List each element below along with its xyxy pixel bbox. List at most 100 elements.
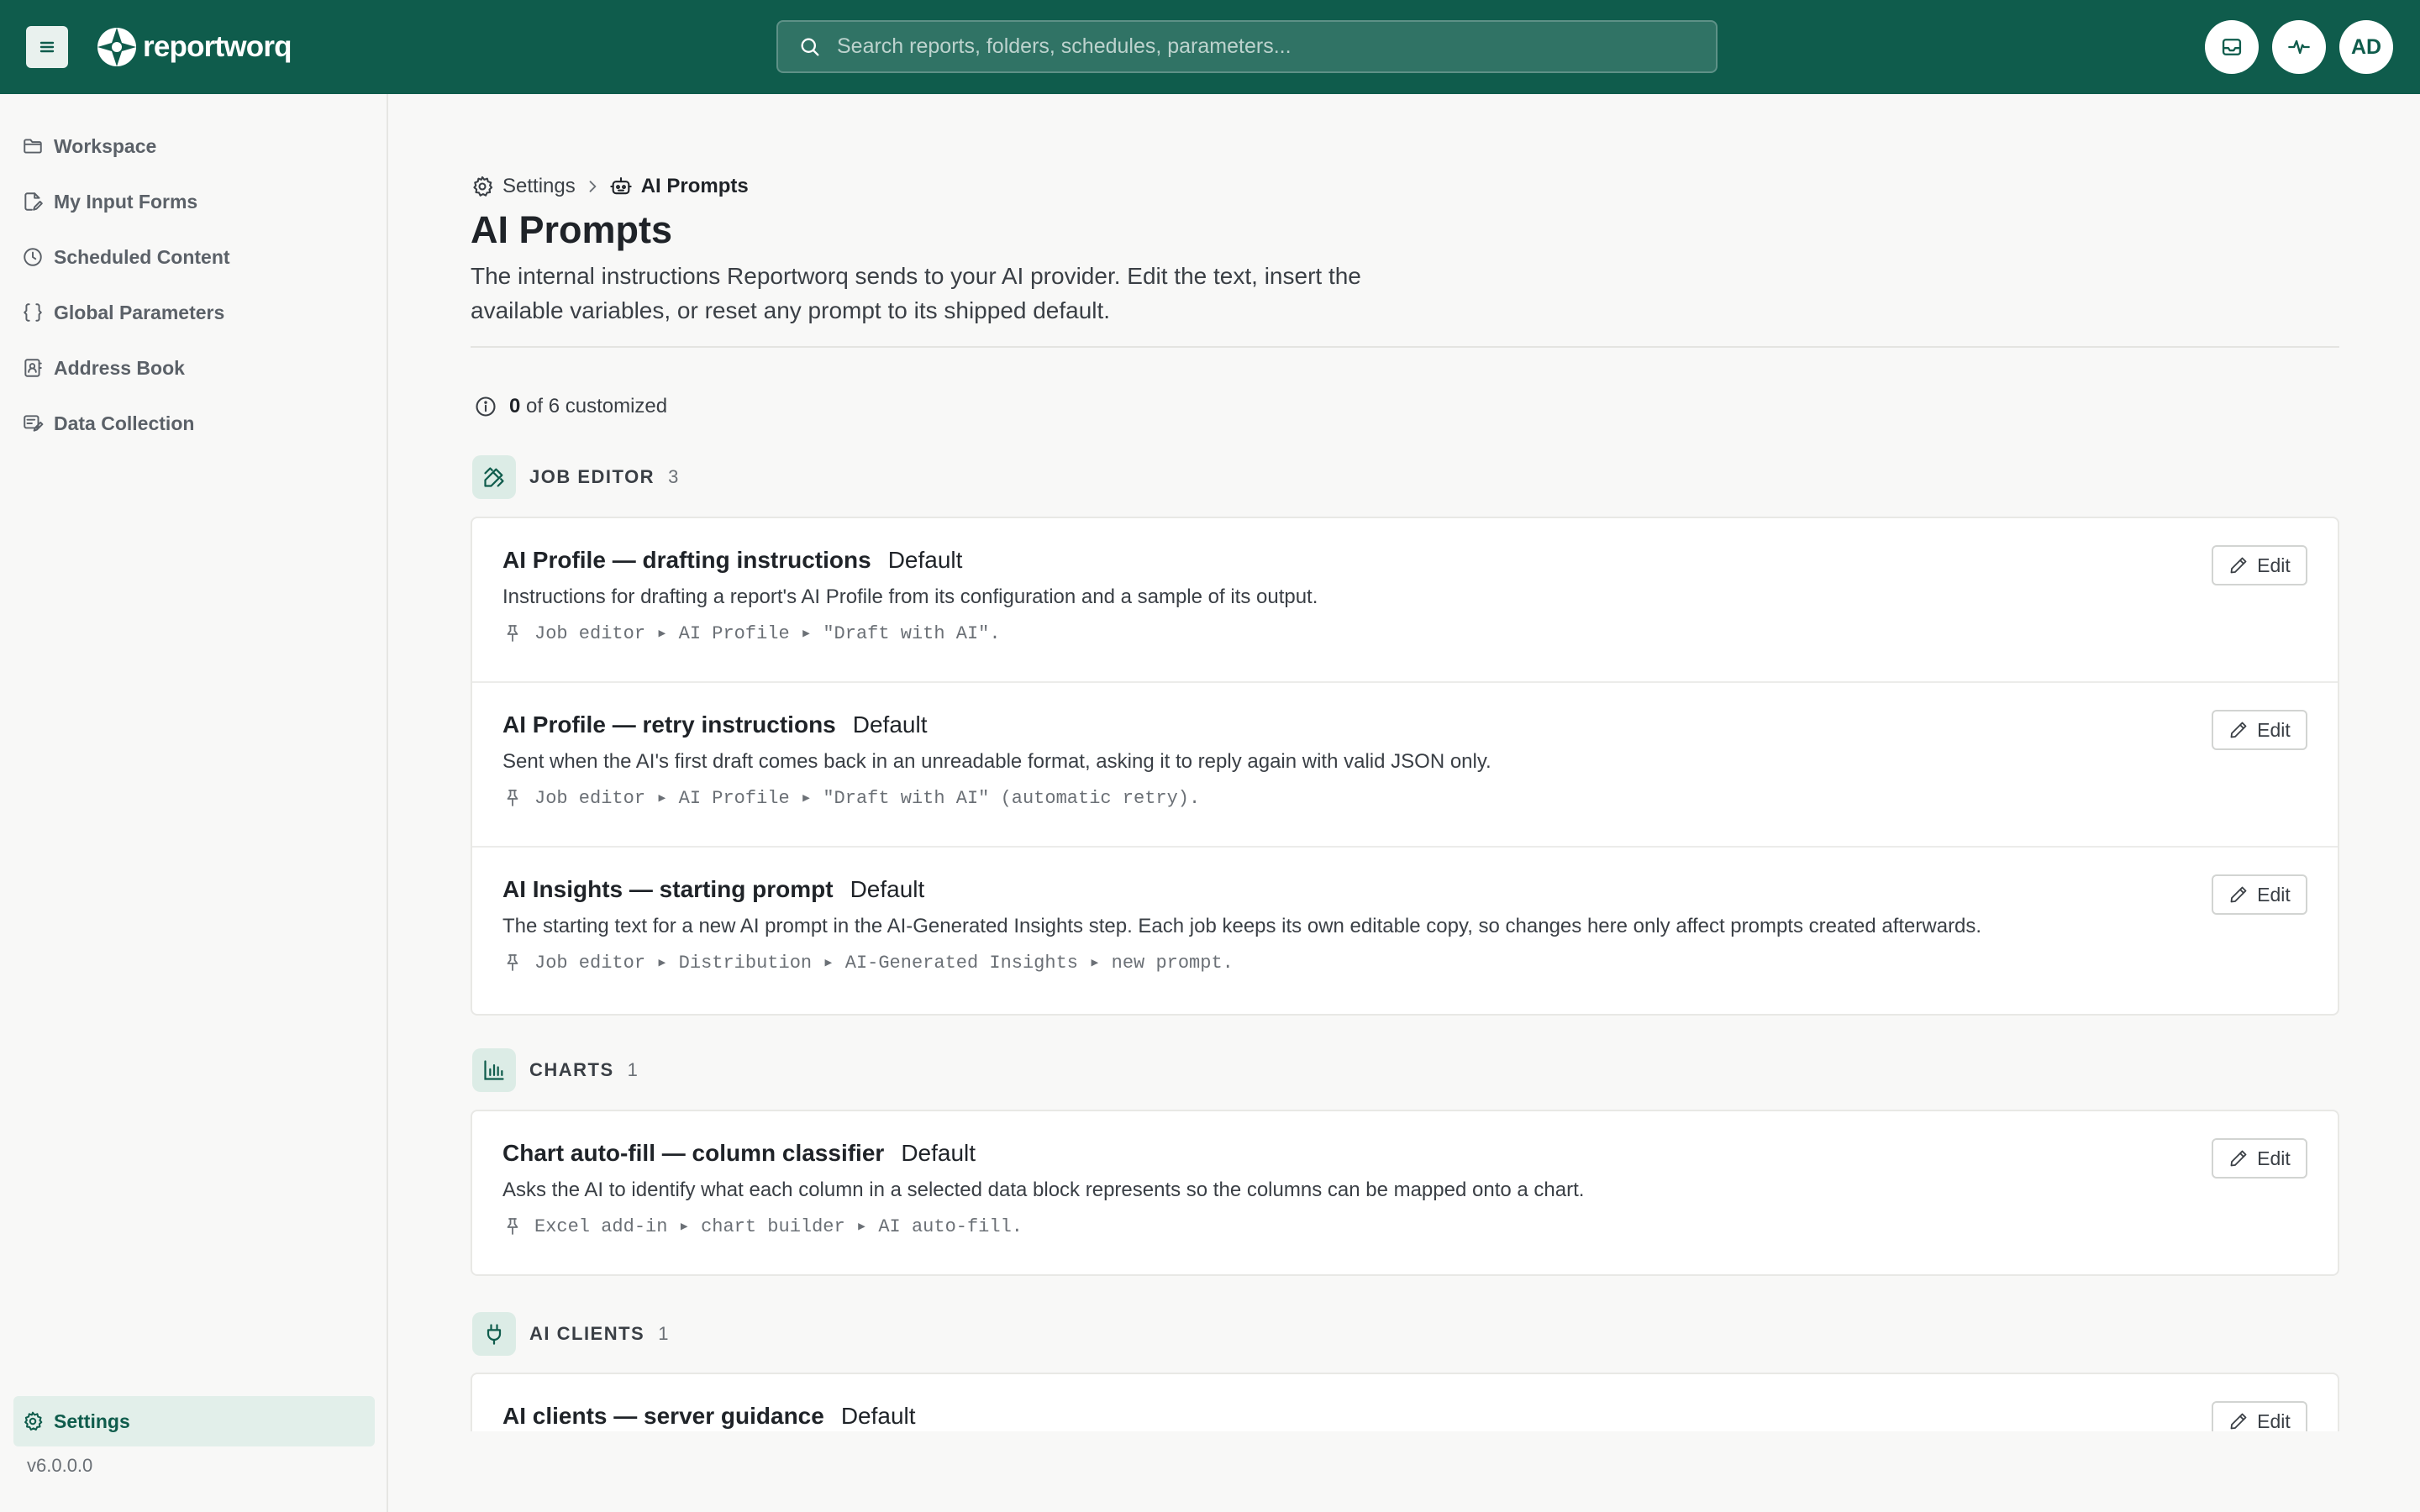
pin-icon xyxy=(507,625,518,642)
pencil-icon xyxy=(2230,1150,2247,1167)
braces-icon xyxy=(24,303,42,322)
prompt-name: AI Profile — drafting instructions xyxy=(502,547,871,573)
customized-suffix: of 6 customized xyxy=(526,395,668,417)
section-count: 1 xyxy=(627,1059,638,1080)
sidebar-item-label: Global Parameters xyxy=(54,301,225,323)
breadcrumb-settings[interactable]: Settings xyxy=(471,175,576,198)
sidebar-item-scheduled-content[interactable]: Scheduled Content xyxy=(13,232,375,282)
prompt-description: The starting text for a new AI prompt in… xyxy=(502,915,1982,937)
section-count: 1 xyxy=(658,1323,669,1344)
search-input[interactable] xyxy=(837,22,1716,71)
page-description: The internal instructions Reportworq sen… xyxy=(471,263,1361,323)
prompt-list-ai-clients: AI clients — server guidance Default Edit xyxy=(471,1373,2339,1431)
clock-icon xyxy=(24,248,42,266)
pin-icon xyxy=(507,1218,518,1235)
sidebar-item-address-book[interactable]: Address Book xyxy=(13,343,375,393)
edit-button-label: Edit xyxy=(2257,718,2291,741)
contact-book-icon xyxy=(24,359,42,377)
prompt-location: Excel add-in ▸ chart builder ▸ AI auto-f… xyxy=(502,1215,1023,1237)
prompt-list-job-editor: AI Profile — drafting instructions Defaul… xyxy=(471,517,2339,1016)
chevron-right-icon xyxy=(589,181,597,192)
edit-button-label: Edit xyxy=(2257,554,2291,576)
prompt-location: Job editor ▸ Distribution ▸ AI-Generated… xyxy=(502,952,1234,974)
logo-text: reportworq xyxy=(143,30,292,63)
section-count: 3 xyxy=(668,466,679,487)
breadcrumb-current-label: AI Prompts xyxy=(640,175,749,197)
edit-button[interactable]: Edit xyxy=(2212,710,2307,750)
pin-icon xyxy=(507,954,518,971)
main-content: Settings AI Prompts AI Prompts The inter… xyxy=(390,94,2420,1431)
sidebar: Workspace My Input Forms Scheduled Conte… xyxy=(0,94,388,1512)
prompt-row: AI Profile — drafting instructions Defaul… xyxy=(472,518,2338,683)
global-search[interactable] xyxy=(776,20,1718,73)
prompt-description: Instructions for drafting a report's AI … xyxy=(502,585,1318,608)
section-header-ai-clients: AI CLIENTS 1 xyxy=(472,1312,668,1356)
sidebar-item-label: Address Book xyxy=(54,356,185,379)
edit-button[interactable]: Edit xyxy=(2212,1401,2307,1431)
inbox-button[interactable] xyxy=(2205,20,2259,74)
edit-button[interactable]: Edit xyxy=(2212,874,2307,915)
header-divider xyxy=(471,346,2339,348)
bar-chart-icon xyxy=(484,1060,504,1080)
menu-toggle-button[interactable] xyxy=(26,26,68,68)
sidebar-item-workspace[interactable]: Workspace xyxy=(13,121,375,171)
form-edit-icon xyxy=(24,415,44,432)
prompt-location: Job editor ▸ AI Profile ▸ "Draft with AI… xyxy=(502,787,1200,809)
prompt-status: Default xyxy=(901,1140,976,1166)
prompt-row: AI Profile — retry instructions Default S… xyxy=(472,683,2338,848)
pen-ruler-icon xyxy=(484,467,504,487)
edit-form-icon xyxy=(24,192,43,211)
prompt-name: AI clients — server guidance xyxy=(502,1403,824,1429)
prompt-status: Default xyxy=(852,711,928,738)
sidebar-item-settings[interactable]: Settings xyxy=(13,1396,375,1446)
activity-button[interactable] xyxy=(2272,20,2326,74)
prompt-row: Chart auto-fill — column classifier Defau… xyxy=(472,1111,2338,1274)
info-icon xyxy=(476,396,496,417)
activity-icon xyxy=(2288,39,2310,55)
pencil-icon xyxy=(2230,722,2247,738)
hamburger-icon xyxy=(39,41,55,53)
prompt-location-text: Job editor ▸ Distribution ▸ AI-Generated… xyxy=(534,953,1234,974)
plug-icon xyxy=(487,1324,502,1345)
prompt-description: Asks the AI to identify what each column… xyxy=(502,1179,1585,1201)
app-version: v6.0.0.0 xyxy=(27,1455,93,1476)
prompt-location-text: Excel add-in ▸ chart builder ▸ AI auto-f… xyxy=(534,1216,1023,1237)
sidebar-item-data-collection[interactable]: Data Collection xyxy=(13,398,375,449)
prompt-status: Default xyxy=(887,547,963,573)
robot-icon xyxy=(610,177,632,195)
edit-button[interactable]: Edit xyxy=(2212,1138,2307,1179)
top-bar: reportworq AD xyxy=(0,0,2420,94)
pencil-icon xyxy=(2230,886,2247,903)
logo-icon xyxy=(97,28,136,66)
edit-button-label: Edit xyxy=(2257,1147,2291,1169)
sidebar-item-my-input-forms[interactable]: My Input Forms xyxy=(13,176,375,227)
pencil-icon xyxy=(2230,557,2247,574)
prompt-description: Sent when the AI's first draft comes bac… xyxy=(502,750,1491,773)
sidebar-item-label: Data Collection xyxy=(54,412,195,434)
section-title: AI CLIENTS xyxy=(529,1323,645,1344)
section-header-charts: CHARTS 1 xyxy=(472,1048,638,1092)
customized-summary: 0 of 6 customized xyxy=(474,395,667,418)
edit-button[interactable]: Edit xyxy=(2212,545,2307,585)
gear-icon xyxy=(473,176,493,197)
folder-icon xyxy=(24,139,42,154)
edit-button-label: Edit xyxy=(2257,883,2291,906)
prompt-name: Chart auto-fill — column classifier xyxy=(502,1140,885,1166)
sidebar-item-label: Settings xyxy=(54,1410,130,1432)
search-icon xyxy=(801,38,819,56)
user-avatar[interactable]: AD xyxy=(2339,20,2393,74)
prompt-location-text: Job editor ▸ AI Profile ▸ "Draft with AI… xyxy=(534,788,1201,809)
breadcrumb-current: AI Prompts xyxy=(609,175,749,198)
pencil-icon xyxy=(2230,1413,2247,1430)
prompt-status: Default xyxy=(840,1403,916,1429)
section-title: CHARTS xyxy=(529,1059,614,1080)
section-header-job-editor: JOB EDITOR 3 xyxy=(472,455,678,499)
sidebar-item-global-parameters[interactable]: Global Parameters xyxy=(13,287,375,338)
sidebar-item-label: Workspace xyxy=(54,134,157,157)
gear-icon xyxy=(24,1411,43,1431)
prompt-row: AI Insights — starting prompt Default The… xyxy=(472,848,2338,1012)
app-logo[interactable]: reportworq xyxy=(94,24,292,70)
sidebar-item-label: My Input Forms xyxy=(54,190,198,213)
prompt-name: AI Profile — retry instructions xyxy=(502,711,836,738)
prompt-list-charts: Chart auto-fill — column classifier Defau… xyxy=(471,1110,2339,1276)
